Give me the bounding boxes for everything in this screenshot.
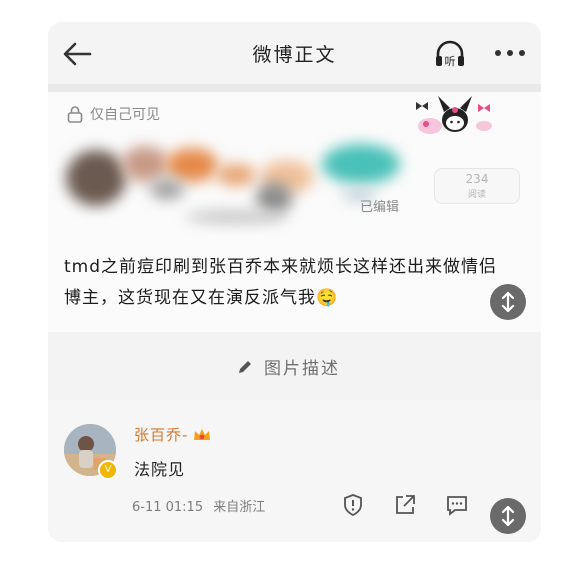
headphones-icon: 听 (436, 40, 464, 68)
report-icon (344, 494, 362, 517)
kuromi-sticker-icon (416, 96, 492, 134)
image-description-bar[interactable]: 图片描述 (48, 332, 541, 400)
read-label: 阅读 (467, 190, 486, 200)
blurred-watermark (250, 542, 336, 558)
blurred-author-info (56, 144, 416, 236)
lock-icon (67, 106, 83, 123)
vertical-arrows-icon (501, 291, 515, 313)
scroll-toggle-button-2[interactable] (490, 498, 526, 534)
more-dots-icon (495, 50, 525, 56)
phone-frame: 微博正文 听 仅自己可见 已编辑 234 阅读 tmd之前痘印刷到张百乔本来就烦… (48, 22, 541, 542)
listen-label: 听 (445, 55, 456, 68)
image-description[interactable]: 图片描述 (236, 354, 340, 379)
post-text: tmd之前痘印刷到张百乔本来就烦长这样还出来做情侣博主，这货现在又在演反派气我🤤 (64, 257, 498, 308)
edited-label: 已编辑 (360, 200, 400, 215)
vertical-arrows-icon (501, 505, 515, 527)
comment-text: 法院见 (134, 460, 186, 479)
comment-meta: 6-11 01:15 来自浙江 (132, 496, 265, 515)
privacy-label: 仅自己可见 (90, 107, 160, 123)
report-button[interactable] (340, 492, 366, 518)
comment-author-name: 张百乔- (134, 426, 189, 444)
share-button[interactable] (392, 492, 418, 518)
header-separator (48, 84, 541, 92)
comment-button[interactable] (444, 492, 470, 518)
post-card: 仅自己可见 已编辑 234 阅读 tmd之前痘印刷到张百乔本来就烦长这样还出来做… (48, 92, 541, 332)
comment-author[interactable]: 张百乔- (134, 424, 212, 445)
comment-time: 6-11 01:15 (132, 500, 204, 515)
crown-badge-icon (194, 428, 211, 440)
read-count-badge: 234 阅读 (434, 168, 520, 204)
read-count: 234 (465, 172, 489, 186)
verified-v-icon: V (98, 460, 118, 480)
more-options-button[interactable] (490, 38, 530, 68)
listen-button[interactable]: 听 (432, 36, 468, 72)
comment-icon (447, 496, 467, 516)
scroll-toggle-button[interactable] (490, 284, 526, 320)
comment-item: V 张百乔- 法院见 6-11 01:15 来自浙江 (48, 400, 541, 542)
image-description-label: 图片描述 (264, 359, 340, 379)
top-nav-bar: 微博正文 听 (48, 22, 541, 84)
privacy-indicator: 仅自己可见 (66, 104, 160, 124)
share-icon (396, 495, 415, 514)
comment-location: 来自浙江 (213, 500, 266, 515)
pencil-icon (239, 360, 251, 373)
